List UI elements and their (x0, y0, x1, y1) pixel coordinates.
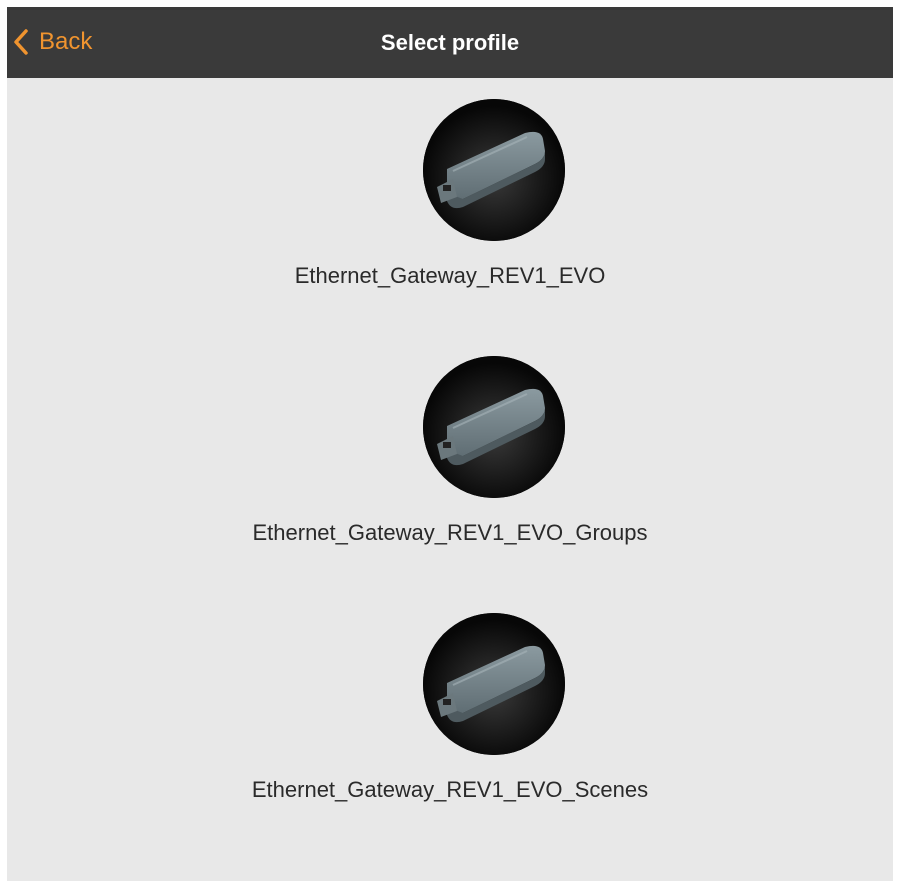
gateway-device-image (423, 99, 565, 241)
gateway-device-image (423, 613, 565, 755)
back-button-label: Back (39, 28, 93, 55)
page-title: Select profile (380, 30, 520, 55)
app-window: Back Select profile Ethernet_Gateway_REV… (7, 7, 893, 881)
back-button[interactable]: Back (13, 21, 92, 63)
gateway-device-image (423, 356, 565, 498)
profile-label: Ethernet_Gateway_REV1_EVO_Groups (252, 520, 648, 545)
profile-item-ethernet-gateway-rev1-evo-groups[interactable]: Ethernet_Gateway_REV1_EVO_Groups (7, 335, 893, 575)
profile-item-ethernet-gateway-rev1-evo[interactable]: Ethernet_Gateway_REV1_EVO (7, 78, 893, 318)
profile-label: Ethernet_Gateway_REV1_EVO (294, 263, 606, 288)
profile-item-ethernet-gateway-rev1-evo-scenes[interactable]: Ethernet_Gateway_REV1_EVO_Scenes (7, 592, 893, 832)
navigation-bar: Back Select profile (7, 7, 893, 78)
profile-label: Ethernet_Gateway_REV1_EVO_Scenes (251, 777, 649, 802)
chevron-left-icon (13, 29, 29, 55)
